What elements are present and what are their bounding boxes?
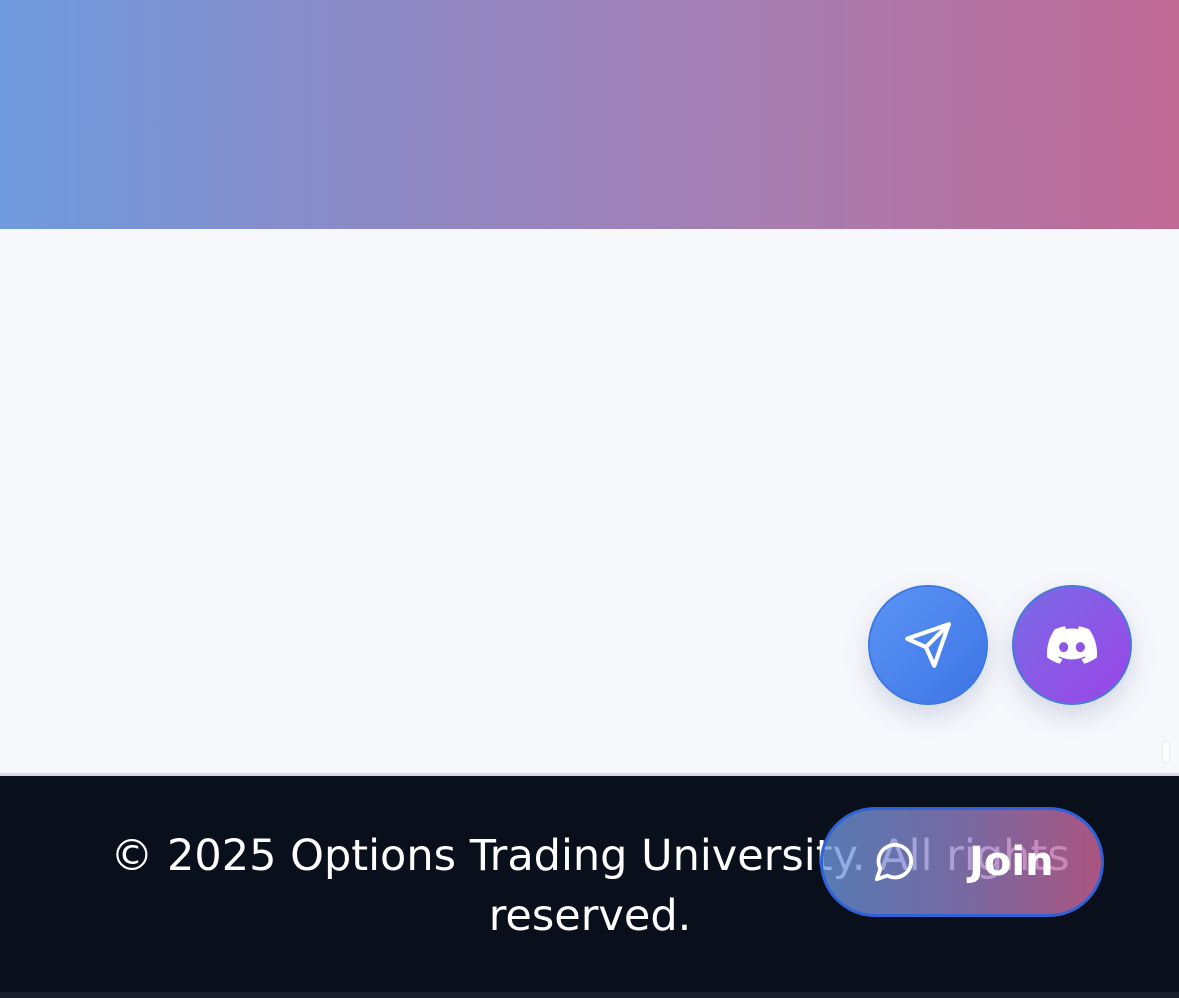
scrollbar-thumb[interactable] bbox=[1163, 742, 1169, 762]
discord-button[interactable] bbox=[1012, 585, 1132, 705]
send-icon bbox=[905, 622, 951, 668]
join-button[interactable]: Join bbox=[820, 807, 1104, 917]
main-content bbox=[0, 229, 1179, 774]
join-button-label: Join bbox=[969, 839, 1054, 885]
discord-icon bbox=[1047, 626, 1097, 664]
hero-banner bbox=[0, 0, 1179, 229]
chat-bubble-icon bbox=[874, 842, 914, 882]
telegram-button[interactable] bbox=[868, 585, 988, 705]
footer-bottom-strip bbox=[0, 992, 1179, 998]
